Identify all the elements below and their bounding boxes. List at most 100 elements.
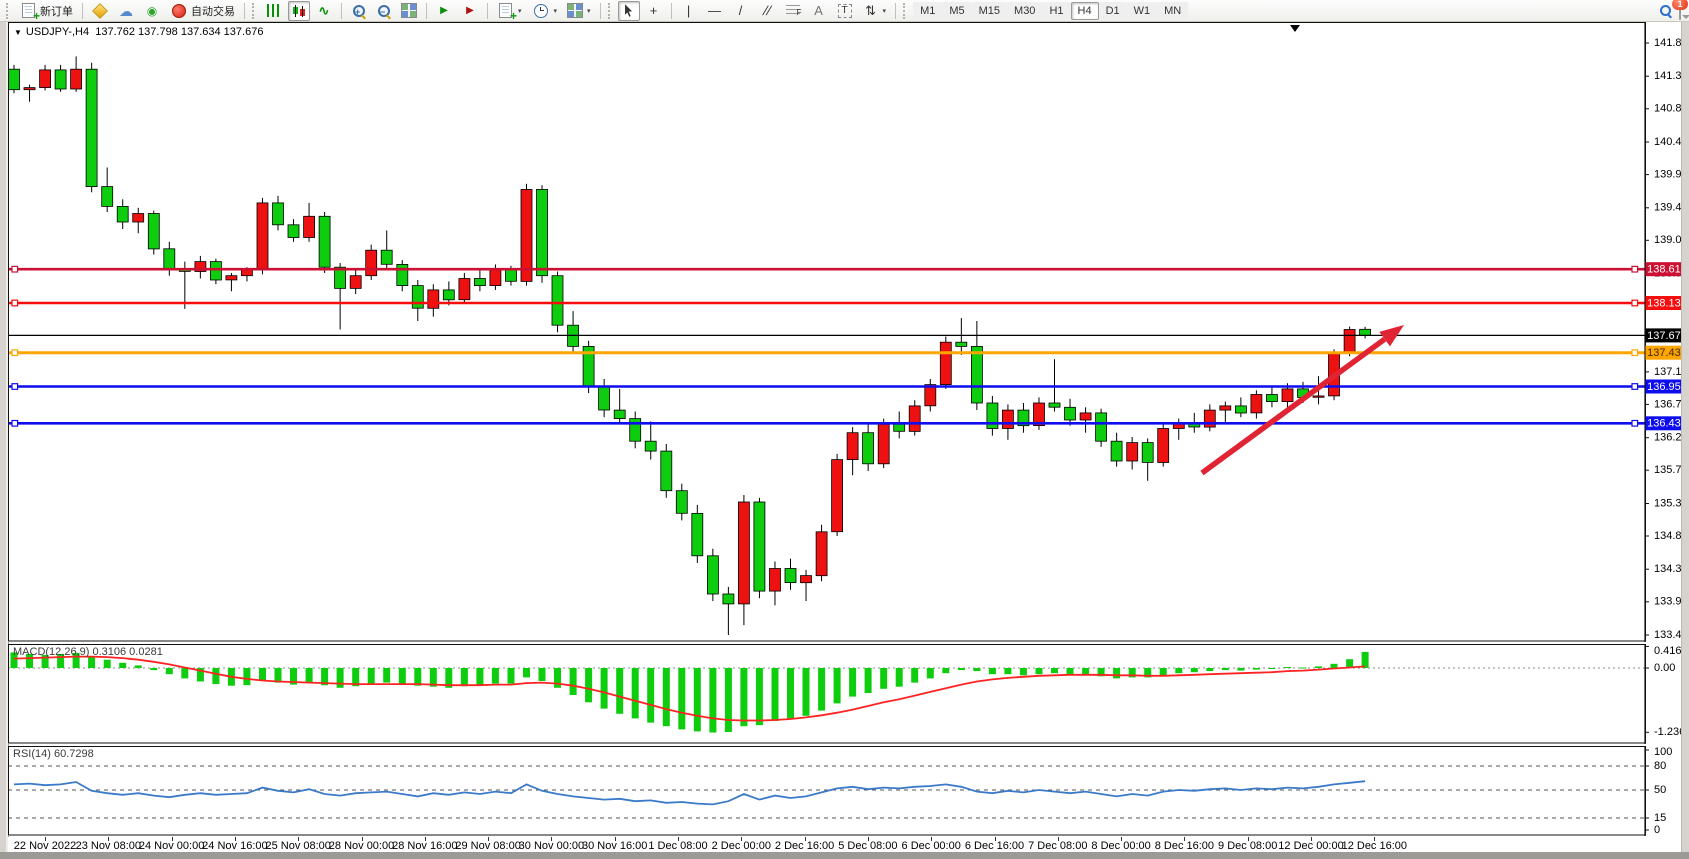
timeframe-button-M30[interactable]: M30 — [1007, 2, 1042, 20]
new-order-button[interactable]: 新订单 — [16, 1, 77, 21]
bar-chart-icon — [267, 4, 281, 17]
timeframe-button-M1[interactable]: M1 — [913, 2, 942, 20]
cursor-tool-button[interactable] — [618, 1, 640, 21]
tile-windows-icon — [401, 3, 417, 18]
chart-title: ▼ USDJPY-,H4 137.762 137.798 137.634 137.… — [14, 26, 263, 38]
metaeditor-icon — [92, 3, 108, 19]
time-axis-label: 1 Dec 08:00 — [648, 840, 707, 852]
templates-button[interactable]: ▾ — [563, 1, 595, 21]
vertical-line-tool-button[interactable]: | — [677, 1, 701, 21]
autotrading-button[interactable]: 自动交易 — [166, 1, 239, 21]
text-label-tool-button[interactable]: T — [833, 1, 857, 21]
svg-text:100: 100 — [1654, 746, 1672, 758]
window-bottom-edge — [0, 852, 1689, 859]
timeframe-button-D1[interactable]: D1 — [1099, 2, 1127, 20]
time-axis-label: 30 Nov 16:00 — [582, 840, 647, 852]
toolbar-grip — [6, 3, 12, 19]
svg-text:15: 15 — [1654, 812, 1666, 824]
toolbar-separator — [600, 3, 601, 19]
timeframe-button-W1[interactable]: W1 — [1127, 2, 1158, 20]
zoom-in-button[interactable]: + — [347, 1, 370, 21]
toolbar-separator — [244, 3, 245, 19]
time-axis-label: 25 Nov 08:00 — [265, 840, 330, 852]
timeframe-button-H4[interactable]: H4 — [1071, 2, 1099, 20]
indicators-icon — [499, 3, 512, 18]
toolbar-grip — [903, 3, 909, 19]
periods-button[interactable]: ▾ — [528, 1, 562, 21]
timeframe-button-M5[interactable]: M5 — [942, 2, 971, 20]
arrows-caret-icon: ▾ — [883, 7, 887, 15]
macd-svg[interactable]: 0.4160.00-1.236 — [8, 644, 1689, 744]
channel-tool-button[interactable]: // — [755, 1, 779, 21]
zoom-out-button[interactable]: − — [372, 1, 395, 21]
mql5-community-button[interactable]: ☁ — [114, 1, 138, 21]
autotrading-label: 自动交易 — [191, 3, 235, 19]
tile-windows-button[interactable] — [397, 1, 421, 21]
time-axis-label: 30 Nov 00:00 — [519, 840, 584, 852]
auto-scroll-button[interactable]: ▶ — [432, 1, 456, 21]
candlestick-chart-button[interactable] — [288, 1, 310, 21]
metaeditor-button[interactable] — [88, 1, 112, 21]
macd-pane[interactable]: 0.4160.00-1.236 MACD(12,26,9) 0.3106 0.0… — [8, 644, 1689, 744]
bar-chart-button[interactable] — [262, 1, 286, 21]
arrows-tool-icon: ⇅ — [863, 3, 879, 19]
time-axis-label: 24 Nov 16:00 — [202, 840, 267, 852]
time-axis-label: 22 Nov 2022 — [14, 840, 76, 852]
toolbar-grip — [608, 3, 614, 19]
templates-caret-icon: ▾ — [587, 7, 591, 15]
search-icon — [1659, 4, 1672, 17]
toolbar-separator — [487, 3, 488, 19]
ohlc-values: 137.762 137.798 137.634 137.676 — [95, 26, 263, 38]
toolbar-separator — [426, 3, 427, 19]
rsi-svg[interactable]: 1008050150 — [8, 746, 1689, 836]
new-order-label: 新订单 — [40, 3, 73, 19]
signals-button[interactable]: ◉ — [140, 1, 164, 21]
time-axis-label: 2 Dec 00:00 — [712, 840, 771, 852]
text-tool-button[interactable]: A — [807, 1, 831, 21]
timeframe-button-MN[interactable]: MN — [1157, 2, 1188, 20]
notifications-button[interactable]: 1 — [1679, 2, 1681, 20]
zoom-out-icon: − — [377, 4, 390, 17]
arrows-tool-button[interactable]: ⇅ ▾ — [859, 1, 891, 21]
auto-scroll-icon: ▶ — [436, 3, 452, 19]
main-chart-pane[interactable]: 141.810141.340140.880140.410139.950139.4… — [8, 22, 1689, 642]
macd-label: MACD(12,26,9) 0.3106 0.0281 — [13, 646, 163, 658]
time-axis-label: 29 Nov 08:00 — [455, 840, 520, 852]
chart-shift-button[interactable]: ▶ — [458, 1, 482, 21]
rsi-pane[interactable]: 1008050150 RSI(14) 60.7298 — [8, 746, 1689, 836]
time-axis-label: 24 Nov 00:00 — [139, 840, 204, 852]
text-label-icon: T — [838, 4, 852, 18]
title-dropdown-icon[interactable]: ▼ — [14, 28, 22, 37]
symbol-period-label: USDJPY-,H4 — [26, 26, 89, 38]
svg-text:80: 80 — [1654, 760, 1666, 772]
time-axis-label: 12 Dec 16:00 — [1342, 840, 1407, 852]
crosshair-tool-button[interactable]: + — [642, 1, 666, 21]
horizontal-line-tool-button[interactable]: — — [703, 1, 727, 21]
chart-shift-marker-icon — [1290, 25, 1300, 32]
trendline-tool-button[interactable]: / — [729, 1, 753, 21]
toolbar-grip — [252, 3, 258, 19]
time-axis-label: 9 Dec 08:00 — [1218, 840, 1277, 852]
time-axis[interactable]: 22 Nov 202223 Nov 08:0024 Nov 00:0024 No… — [8, 837, 1689, 852]
svg-text:0: 0 — [1654, 824, 1660, 836]
indicators-button[interactable]: ▾ — [493, 1, 526, 21]
notification-badge: 1 — [1672, 0, 1688, 10]
time-axis-label: 5 Dec 08:00 — [838, 840, 897, 852]
time-axis-label: 28 Nov 00:00 — [329, 840, 394, 852]
time-axis-label: 6 Dec 16:00 — [965, 840, 1024, 852]
timeframe-button-H1[interactable]: H1 — [1042, 2, 1070, 20]
timeframe-button-M15[interactable]: M15 — [972, 2, 1007, 20]
periods-clock-icon — [534, 4, 548, 18]
window-right-edge — [1681, 22, 1689, 859]
fibonacci-tool-button[interactable] — [781, 1, 805, 21]
line-chart-icon: ∿ — [316, 3, 332, 19]
time-axis-label: 2 Dec 16:00 — [775, 840, 834, 852]
timeframe-group: M1M5M15M30H1H4D1W1MN — [913, 1, 1188, 20]
zoom-in-icon: + — [352, 4, 365, 17]
time-axis-label: 23 Nov 08:00 — [76, 840, 141, 852]
mql5-community-icon: ☁ — [118, 3, 134, 19]
chart-shift-icon: ▶ — [462, 3, 478, 19]
line-chart-button[interactable]: ∿ — [312, 1, 336, 21]
cursor-icon — [622, 4, 636, 18]
main-chart-svg[interactable]: 141.810141.340140.880140.410139.950139.4… — [8, 22, 1689, 642]
